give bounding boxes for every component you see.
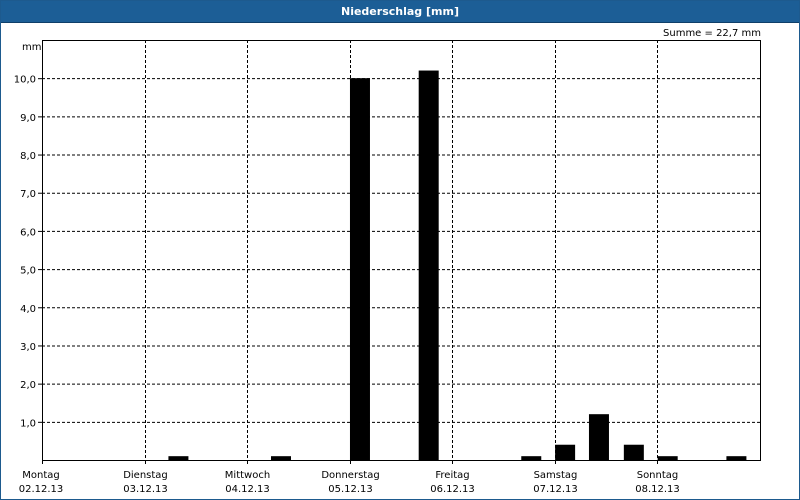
precipitation-bar xyxy=(270,456,291,460)
day-date-label: 03.12.13 xyxy=(123,484,168,495)
day-name-label: Dienstag xyxy=(123,470,168,481)
precipitation-bar xyxy=(623,444,644,460)
day-date-label: 04.12.13 xyxy=(225,484,270,495)
y-tick-label: 5,0 xyxy=(20,266,36,277)
axes: 1,0 2,0 3,0 4,0 5,0 6,0 7,0 8,0 9,0 10,0 Montag 02.… xyxy=(14,40,761,495)
day-name-label: Sonntag xyxy=(637,470,679,481)
bars xyxy=(168,70,747,460)
grid xyxy=(42,40,760,460)
precipitation-bar xyxy=(657,456,678,460)
plot-area-frame xyxy=(42,40,761,461)
precipitation-bar xyxy=(726,456,747,460)
y-tick-label: 7,0 xyxy=(20,189,36,200)
y-tick-label: 4,0 xyxy=(20,304,36,315)
day-date-label: 07.12.13 xyxy=(533,484,578,495)
day-date-label: 06.12.13 xyxy=(430,484,475,495)
y-tick-label: 1,0 xyxy=(20,418,36,429)
y-tick-label: 8,0 xyxy=(20,151,36,162)
day-name-label: Samstag xyxy=(534,470,578,481)
precipitation-bar xyxy=(521,456,542,460)
y-tick-label: 3,0 xyxy=(20,342,36,353)
precipitation-bar xyxy=(349,78,370,460)
day-date-label: 05.12.13 xyxy=(328,484,373,495)
precipitation-bar xyxy=(168,456,189,460)
y-axis-label: mm xyxy=(22,42,41,53)
y-tick-label: 10,0 xyxy=(14,75,36,86)
day-name-label: Donnerstag xyxy=(321,470,379,481)
sum-label: Summe = 22,7 mm xyxy=(663,28,761,39)
precipitation-bar xyxy=(588,414,609,460)
day-name-label: Mittwoch xyxy=(225,470,270,481)
precipitation-bar xyxy=(555,444,576,460)
precipitation-chart: 1,0 2,0 3,0 4,0 5,0 6,0 7,0 8,0 9,0 10,0 Montag 02.… xyxy=(14,28,761,495)
day-name-label: Montag xyxy=(22,470,59,481)
day-date-label: 02.12.13 xyxy=(19,484,64,495)
day-name-label: Freitag xyxy=(435,470,469,481)
day-date-label: 08.12.13 xyxy=(635,484,680,495)
y-tick-label: 2,0 xyxy=(20,380,36,391)
precipitation-bar xyxy=(418,70,439,460)
y-tick-label: 6,0 xyxy=(20,227,36,238)
y-tick-label: 9,0 xyxy=(20,113,36,124)
